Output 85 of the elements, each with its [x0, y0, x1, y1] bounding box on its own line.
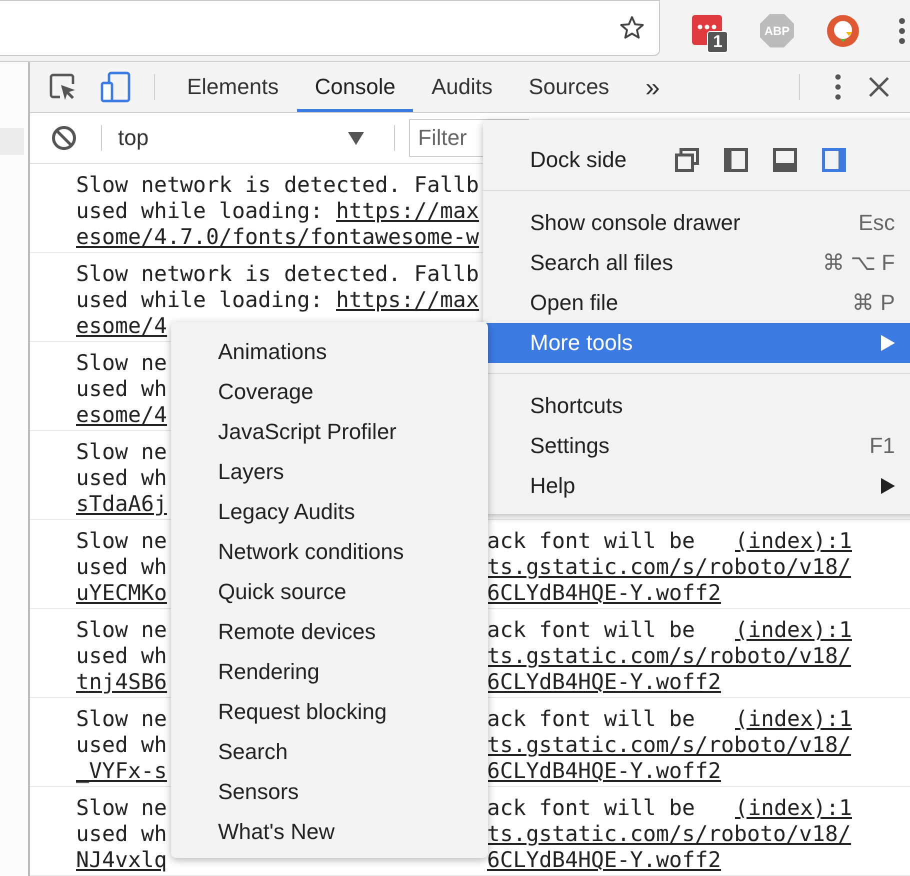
message-text: Slow ne	[76, 618, 168, 643]
message-text: used wh	[76, 555, 168, 580]
context-select[interactable]: top	[102, 113, 382, 163]
menu-item[interactable]: Network conditions	[171, 532, 488, 572]
menu-item-label: Search all files	[530, 250, 674, 276]
clear-console-icon[interactable]	[51, 125, 77, 152]
dropdown-caret-icon	[348, 132, 364, 145]
menu-item[interactable]: Show console drawer Esc	[483, 203, 910, 243]
url-link[interactable]: NJ4vxlq	[76, 848, 168, 873]
menu-item-label: More tools	[530, 330, 633, 356]
menu-item[interactable]: Open file ⌘ P	[483, 283, 910, 323]
shortcut-label: ⌘ P	[852, 290, 895, 316]
panel-tab[interactable]: Sources	[510, 62, 628, 112]
url-link[interactable]: ts.gstatic.com/s/roboto/v18/	[487, 733, 852, 759]
url-link[interactable]: ts.gstatic.com/s/roboto/v18/	[487, 644, 852, 670]
menu-item[interactable]: Request blocking	[171, 692, 488, 732]
panel-tab[interactable]: Elements	[169, 62, 297, 112]
source-link[interactable]: (index):1	[735, 796, 852, 822]
browser-menu-icon[interactable]	[898, 16, 906, 44]
message-text: Slow network is detected. Fallb	[76, 173, 480, 198]
menu-item-label: Show console drawer	[530, 210, 740, 236]
message-text: used wh	[76, 466, 168, 491]
message-text: used wh	[76, 644, 168, 669]
source-link[interactable]: (index):1	[735, 529, 852, 555]
menu-item[interactable]: Search all files ⌘ ⌥ F	[483, 243, 910, 283]
menu-item-label: Help	[530, 473, 576, 499]
source-link[interactable]: (index):1	[735, 618, 852, 644]
message-text: used while loading:	[76, 199, 324, 224]
message-text: used wh	[76, 377, 168, 402]
message-text: Slow network is detected. Fallb	[76, 262, 480, 287]
message-text: ack font will be	[487, 618, 696, 644]
menu-item[interactable]: JavaScript Profiler	[171, 412, 488, 452]
message-text: Slow ne	[76, 529, 168, 554]
message-text: used wh	[76, 733, 168, 758]
dock-bottom-icon[interactable]	[772, 148, 797, 172]
panel-tab[interactable]: Audits	[413, 62, 511, 112]
message-text: used wh	[76, 822, 168, 847]
shortcut-label: ⌘ ⌥ F	[822, 250, 895, 276]
menu-item[interactable]: Coverage	[171, 372, 488, 412]
url-link[interactable]: 6CLYdB4HQE-Y.woff2	[487, 581, 722, 607]
message-text: Slow ne	[76, 707, 168, 732]
url-link[interactable]: ts.gstatic.com/s/roboto/v18/	[487, 555, 852, 581]
url-link[interactable]: esome/4.7.0/fonts/fontawesome-w	[76, 225, 480, 250]
message-text: ack font will be	[487, 796, 696, 822]
bookmark-star-icon[interactable]	[619, 15, 645, 41]
devtools-menu-icon[interactable]	[834, 73, 842, 102]
panel-tab[interactable]: Console	[296, 62, 414, 112]
shortcut-label: Esc	[858, 210, 895, 236]
menu-item[interactable]: Sensors	[171, 772, 488, 812]
url-link[interactable]: _VYFx-s	[76, 759, 168, 784]
message-text: ack font will be	[487, 529, 696, 555]
dock-side-label: Dock side	[530, 147, 627, 173]
shortcut-label: F1	[869, 433, 895, 459]
more-panels-button[interactable]: »	[627, 62, 678, 112]
menu-item[interactable]: Rendering	[171, 652, 488, 692]
message-text: Slow ne	[76, 796, 168, 821]
menu-item[interactable]: What's New	[171, 812, 488, 852]
url-link[interactable]: ts.gstatic.com/s/roboto/v18/	[487, 822, 852, 848]
menu-item[interactable]: Search	[171, 732, 488, 772]
message-text: Slow ne	[76, 440, 168, 465]
url-link[interactable]: esome/4	[76, 403, 168, 428]
url-link[interactable]: sTdaA6j	[76, 492, 168, 517]
menu-item-label: Settings	[530, 433, 610, 459]
undock-icon[interactable]	[674, 148, 699, 172]
url-link[interactable]: esome/4	[76, 314, 168, 339]
message-text: Slow ne	[76, 351, 168, 376]
extension-badge: 1	[707, 30, 728, 52]
url-link[interactable]: tnj4SB6	[76, 670, 168, 695]
message-text: used while loading:	[76, 288, 324, 313]
dock-left-icon[interactable]	[724, 148, 748, 172]
close-icon[interactable]	[868, 76, 890, 98]
url-link[interactable]: https://max	[336, 288, 480, 313]
menu-item[interactable]: Quick source	[171, 572, 488, 612]
menu-item[interactable]: Remote devices	[171, 612, 488, 652]
url-link[interactable]: 6CLYdB4HQE-Y.woff2	[487, 848, 722, 874]
device-toolbar-icon[interactable]	[100, 71, 132, 104]
url-link[interactable]: 6CLYdB4HQE-Y.woff2	[487, 670, 722, 696]
url-link[interactable]: uYECMKo	[76, 581, 168, 606]
source-link[interactable]: (index):1	[735, 707, 852, 733]
url-link[interactable]: https://max	[336, 199, 480, 224]
menu-item-label: Open file	[530, 290, 618, 316]
message-text: ack font will be	[487, 707, 696, 733]
url-link[interactable]: 6CLYdB4HQE-Y.woff2	[487, 759, 722, 785]
menu-item-label: Shortcuts	[530, 393, 623, 419]
dock-right-icon[interactable]	[822, 148, 846, 172]
